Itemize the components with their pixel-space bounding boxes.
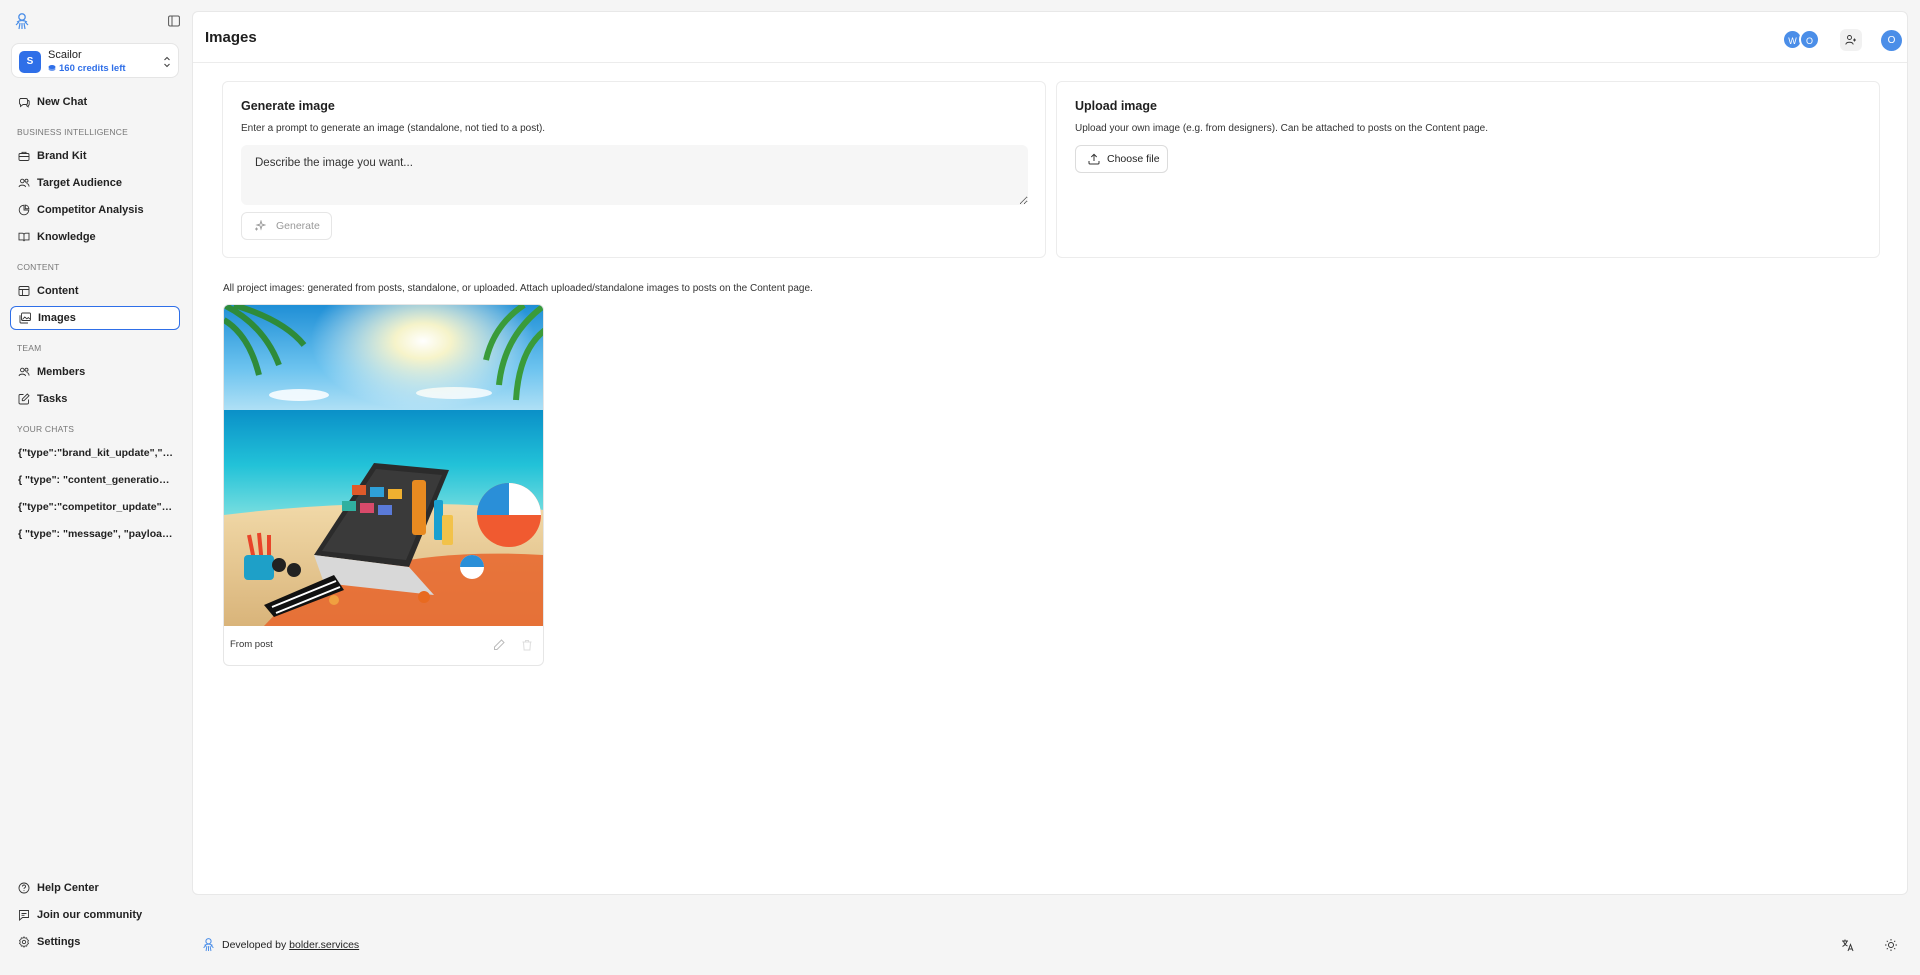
- nav-label: Settings: [37, 936, 81, 948]
- image-card[interactable]: From post: [223, 304, 544, 666]
- developer-link[interactable]: bolder.services: [289, 939, 359, 951]
- section-label-team: TEAM: [17, 343, 42, 353]
- nav-settings[interactable]: Settings: [10, 930, 180, 954]
- nav-label: New Chat: [37, 96, 88, 108]
- generate-button-label: Generate: [276, 220, 320, 232]
- nav-label: Competitor Analysis: [37, 204, 144, 216]
- nav-label: Target Audience: [37, 177, 122, 189]
- translate-icon[interactable]: [1841, 938, 1855, 952]
- prompt-input[interactable]: [241, 145, 1028, 205]
- nav-label: Help Center: [37, 882, 99, 894]
- nav-competitor-analysis[interactable]: Competitor Analysis: [10, 198, 180, 222]
- chat-icon: [19, 98, 30, 108]
- nav-knowledge[interactable]: Knowledge: [10, 225, 180, 249]
- nav-label: Join our community: [37, 909, 143, 921]
- chat-history-item[interactable]: {"type":"competitor_update","p...: [18, 501, 174, 513]
- trash-icon[interactable]: [520, 638, 534, 652]
- choose-file-label: Choose file: [1107, 153, 1160, 165]
- nav-content[interactable]: Content: [10, 279, 180, 303]
- upload-title: Upload image: [1075, 99, 1157, 113]
- table-icon: [18, 286, 30, 296]
- sidebar-top: [14, 12, 180, 30]
- upload-image-panel: Upload image Upload your own image (e.g.…: [1056, 81, 1880, 258]
- gear-icon: [18, 936, 30, 948]
- project-avatar: S: [19, 51, 41, 73]
- developer-credit: Developed by bolder.services: [222, 939, 359, 951]
- briefcase-icon: [18, 151, 30, 161]
- chat-history-item[interactable]: {"type":"brand_kit_update","pa...: [18, 447, 174, 459]
- gallery-description: All project images: generated from posts…: [223, 283, 813, 294]
- collaborator-avatar[interactable]: O: [1799, 29, 1820, 50]
- section-label-business-intelligence: BUSINESS INTELLIGENCE: [17, 127, 128, 137]
- nav-target-audience[interactable]: Target Audience: [10, 171, 180, 195]
- nav-label: Images: [38, 312, 76, 324]
- section-label-your-chats: YOUR CHATS: [17, 424, 75, 434]
- user-plus-icon: [1845, 35, 1856, 45]
- book-icon: [18, 232, 30, 242]
- nav-label: Tasks: [37, 393, 68, 405]
- chat-history-item[interactable]: { "type": "message", "payload": { "...: [18, 528, 174, 540]
- main-panel: Images W O O Generate image Enter a prom…: [192, 11, 1908, 895]
- users-icon: [18, 178, 30, 188]
- page-header: Images W O O: [193, 12, 1907, 63]
- generate-button[interactable]: Generate: [241, 212, 332, 240]
- page-title: Images: [205, 29, 257, 46]
- nav-label: Brand Kit: [37, 150, 87, 162]
- sidebar: S Scailor 160 credits left New Chat BUSI…: [0, 0, 192, 975]
- upload-description: Upload your own image (e.g. from designe…: [1075, 123, 1489, 134]
- generate-image-panel: Generate image Enter a prompt to generat…: [222, 81, 1046, 258]
- upload-icon: [1088, 153, 1100, 165]
- credits-badge: 160 credits left: [48, 63, 126, 74]
- image-card-footer: From post: [224, 626, 543, 665]
- sun-icon[interactable]: [1884, 938, 1898, 952]
- developer-credit-prefix: Developed by: [222, 939, 290, 951]
- nav-brand-kit[interactable]: Brand Kit: [10, 144, 180, 168]
- choose-file-button[interactable]: Choose file: [1075, 145, 1168, 173]
- logo-icon[interactable]: [14, 12, 30, 30]
- project-name: Scailor: [48, 49, 82, 61]
- sparkles-icon: [255, 220, 266, 231]
- footer: Developed by bolder.services: [192, 930, 1920, 960]
- project-switcher[interactable]: S Scailor 160 credits left: [11, 43, 179, 78]
- user-avatar[interactable]: O: [1881, 30, 1902, 51]
- chart-icon: [18, 204, 30, 216]
- sidebar-collapse-icon[interactable]: [168, 15, 180, 27]
- logo-icon: [203, 938, 214, 952]
- images-icon: [19, 312, 31, 324]
- nav-label: Knowledge: [37, 231, 96, 243]
- beach-image[interactable]: [224, 305, 544, 626]
- help-icon: [18, 882, 30, 894]
- nav-tasks[interactable]: Tasks: [10, 387, 180, 411]
- nav-help-center[interactable]: Help Center: [10, 876, 180, 900]
- message-icon: [19, 910, 29, 921]
- nav-label: Members: [37, 366, 86, 378]
- nav-join-community[interactable]: Join our community: [10, 903, 180, 927]
- pencil-icon[interactable]: [492, 638, 506, 652]
- invite-member-button[interactable]: [1840, 29, 1862, 51]
- nav-members[interactable]: Members: [10, 360, 180, 384]
- section-label-content: CONTENT: [17, 262, 60, 272]
- chevron-up-down-icon: [164, 56, 170, 68]
- nav-new-chat[interactable]: New Chat: [10, 90, 180, 114]
- edit-square-icon: [18, 393, 30, 405]
- nav-label: Content: [37, 285, 79, 297]
- generate-description: Enter a prompt to generate an image (sta…: [241, 123, 546, 134]
- credits-text: 160 credits left: [59, 63, 126, 74]
- nav-images[interactable]: Images: [10, 306, 180, 330]
- users-icon: [18, 367, 30, 377]
- coins-icon: [48, 65, 56, 71]
- generate-title: Generate image: [241, 99, 335, 113]
- chat-history-item[interactable]: { "type": "content_generation", "...: [18, 474, 174, 486]
- image-source-label: From post: [230, 639, 273, 650]
